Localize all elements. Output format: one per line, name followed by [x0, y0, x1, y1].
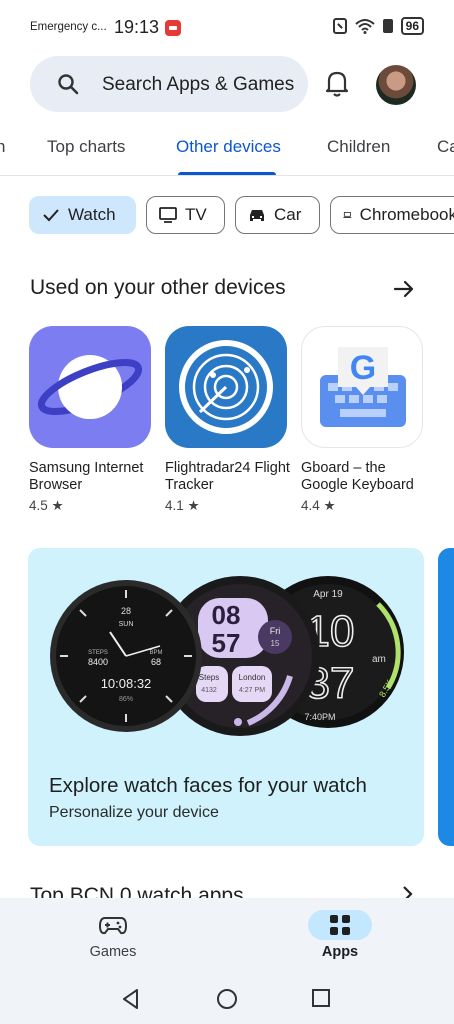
chip-car[interactable]: Car — [235, 196, 320, 234]
svg-text:10:08:32: 10:08:32 — [101, 676, 152, 691]
svg-text:SUN: SUN — [119, 621, 134, 628]
notification-icon — [165, 20, 181, 36]
svg-text:68: 68 — [151, 657, 161, 667]
chip-watch-label: Watch — [68, 205, 116, 224]
back-icon[interactable] — [120, 988, 142, 1010]
tab-children[interactable]: Children — [327, 137, 390, 157]
watch-faces-image: Apr 19 10 37 am 8.5K 7:40PM 08 57 Fri 15… — [50, 576, 404, 736]
battery-level: 96 — [400, 17, 424, 35]
nav-games-label: Games — [89, 944, 137, 960]
star-icon: ★ — [51, 498, 64, 513]
recents-icon[interactable] — [311, 988, 331, 1008]
svg-text:7:40PM: 7:40PM — [304, 712, 335, 722]
tab-other-devices[interactable]: Other devices — [176, 137, 281, 157]
svg-text:15: 15 — [271, 639, 280, 648]
tab-indicator — [178, 172, 276, 175]
svg-text:Fri: Fri — [270, 626, 281, 636]
next-card-peek[interactable] — [438, 548, 454, 846]
flightradar-icon — [165, 326, 287, 448]
chip-tv-label: TV — [185, 205, 207, 224]
search-bar[interactable]: Search Apps & Games — [30, 56, 308, 112]
search-icon — [58, 74, 79, 95]
battery-saver-icon — [382, 19, 393, 33]
watch-faces-card[interactable]: Apr 19 10 37 am 8.5K 7:40PM 08 57 Fri 15… — [28, 548, 424, 846]
star-icon: ★ — [323, 498, 336, 513]
svg-text:8400: 8400 — [88, 657, 108, 667]
chip-watch[interactable]: Watch — [29, 196, 136, 234]
nav-apps-label: Apps — [321, 944, 359, 960]
chip-tv[interactable]: TV — [146, 196, 225, 234]
svg-text:G: G — [350, 349, 376, 387]
system-navigation — [0, 972, 454, 1024]
app-rating: 4.1 ★ — [165, 498, 200, 513]
app-rating: 4.5 ★ — [29, 498, 64, 513]
tab-partial-left[interactable]: n — [0, 137, 5, 157]
star-icon: ★ — [187, 498, 200, 513]
apps-grid-icon — [330, 915, 350, 935]
arrow-right-icon[interactable] — [392, 277, 416, 301]
app-rating: 4.4 ★ — [301, 498, 336, 513]
carrier-text: Emergency c... — [30, 21, 107, 33]
category-tabs: n Top charts Other devices Children Ca — [0, 120, 454, 176]
clock: 19:13 — [114, 17, 160, 37]
system-icons: 96 — [332, 17, 424, 35]
app-card[interactable]: Flightradar24 Flight Tracker 4.1 ★ — [165, 326, 291, 514]
svg-text:London: London — [239, 673, 266, 682]
watch-face-1: 28 SUN STEPS 8400 BPM 68 10:08:32 86% — [50, 580, 202, 732]
app-card[interactable]: Samsung Internet Browser 4.5 ★ — [29, 326, 155, 514]
svg-text:57: 57 — [212, 628, 241, 658]
samsung-internet-icon — [29, 326, 151, 448]
tab-partial-right[interactable]: Ca — [437, 137, 454, 157]
svg-text:4132: 4132 — [201, 687, 217, 694]
avatar[interactable] — [376, 65, 416, 105]
nfc-icon — [332, 18, 347, 34]
svg-text:STEPS: STEPS — [88, 650, 108, 656]
gboard-icon: G — [301, 326, 423, 448]
search-placeholder: Search Apps & Games — [102, 74, 295, 95]
card-title: Explore watch faces for your watch — [49, 774, 367, 797]
bell-icon[interactable] — [324, 68, 350, 98]
svg-text:08: 08 — [212, 600, 241, 630]
home-icon[interactable] — [216, 988, 238, 1010]
bottom-navigation: Games Apps — [0, 898, 454, 972]
gamepad-icon — [99, 917, 127, 935]
app-card[interactable]: G Gboard – the Google Keyboard 4.4 ★ — [301, 326, 427, 514]
chip-car-label: Car — [274, 205, 302, 224]
svg-text:28: 28 — [121, 606, 131, 616]
chip-chromebook-label: Chromebook — [359, 205, 454, 224]
nav-apps[interactable]: Apps — [280, 898, 400, 960]
check-icon — [43, 209, 59, 222]
app-name: Gboard – the Google Keyboard — [301, 460, 414, 493]
tab-top-charts[interactable]: Top charts — [47, 137, 125, 157]
app-name: Samsung Internet Browser — [29, 460, 144, 493]
svg-text:86%: 86% — [119, 696, 133, 703]
app-name: Flightradar24 Flight Tracker — [165, 460, 290, 493]
nav-games[interactable]: Games — [53, 898, 173, 960]
svg-text:4:27 PM: 4:27 PM — [239, 687, 265, 694]
status-bar: Emergency c... 19:13 96 — [0, 0, 454, 56]
svg-text:BPM: BPM — [149, 650, 162, 656]
car-icon — [250, 210, 264, 221]
svg-text:Steps: Steps — [199, 673, 219, 682]
wifi-icon — [354, 19, 375, 34]
laptop-icon — [343, 212, 352, 219]
card-subtitle: Personalize your device — [49, 804, 219, 821]
section-title: Used on your other devices — [30, 276, 286, 299]
chip-chromebook[interactable]: Chromebook — [330, 196, 454, 234]
svg-text:am: am — [372, 654, 386, 665]
svg-text:Apr 19: Apr 19 — [313, 589, 343, 600]
tv-icon — [159, 207, 177, 223]
